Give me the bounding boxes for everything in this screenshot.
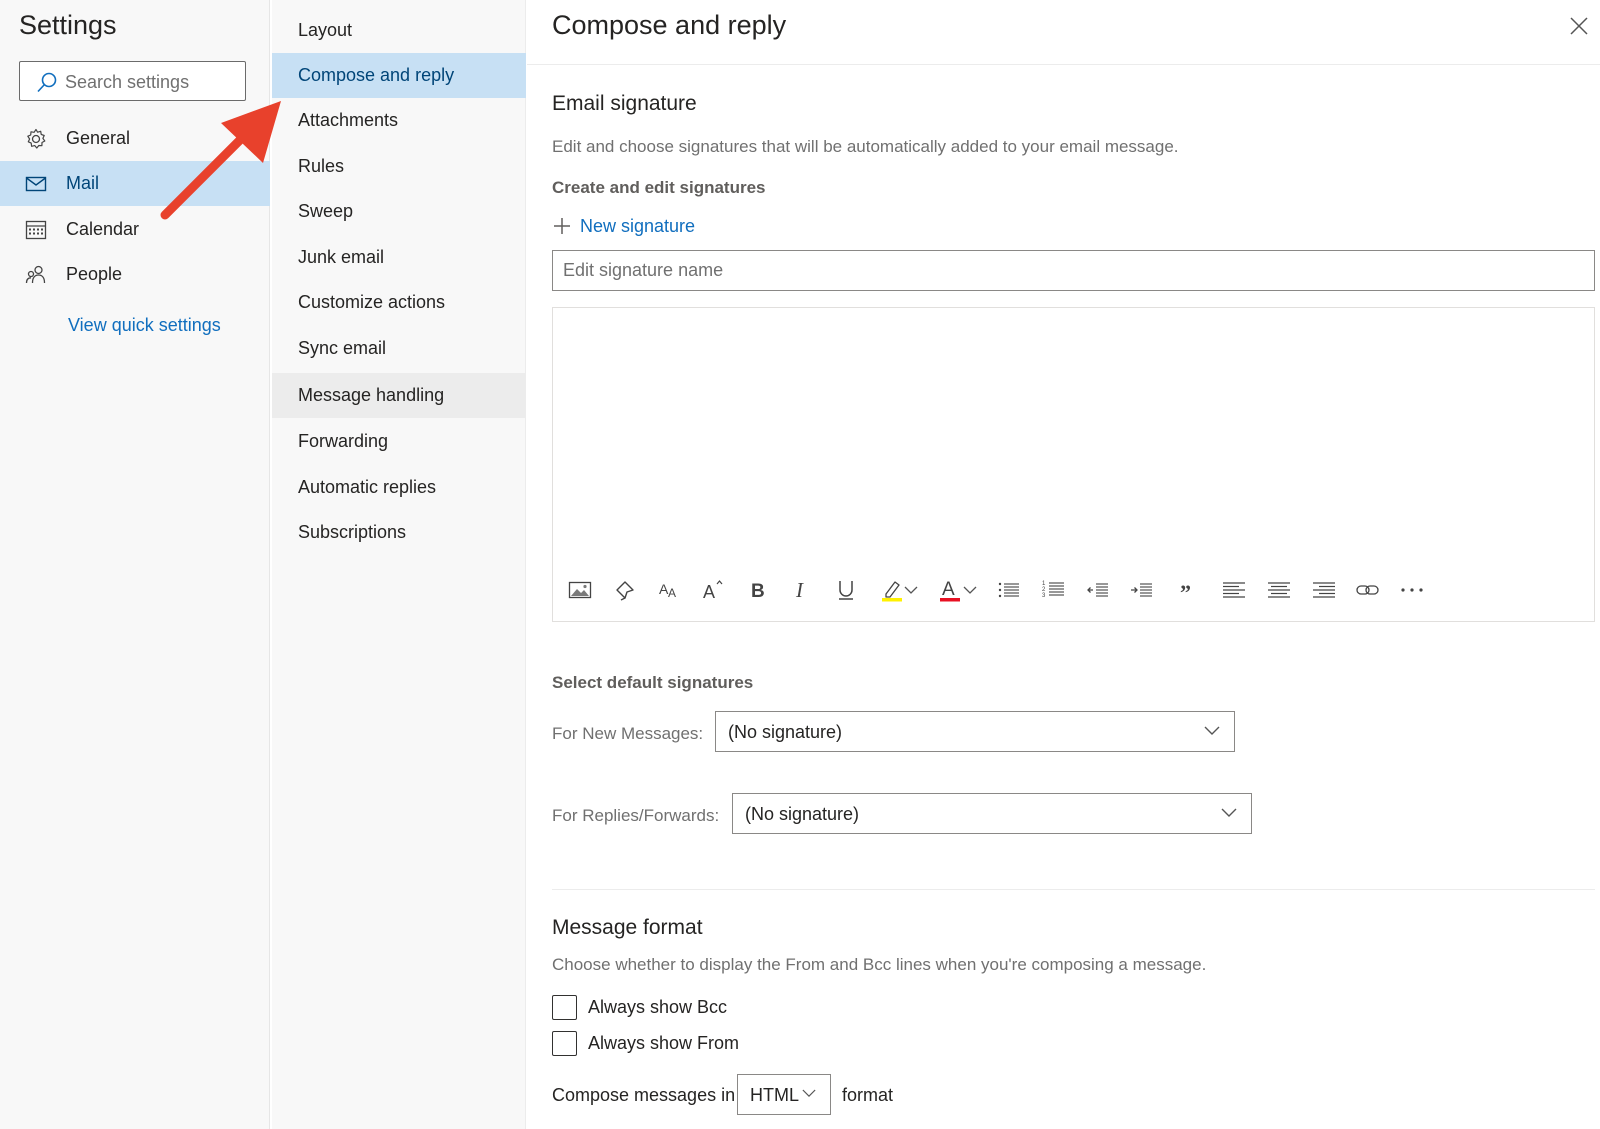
subnav-item-layout[interactable]: Layout bbox=[272, 8, 526, 53]
svg-text:3: 3 bbox=[1042, 593, 1046, 599]
search-icon bbox=[37, 72, 57, 93]
format-painter-icon[interactable] bbox=[608, 573, 642, 607]
search-input[interactable] bbox=[65, 70, 235, 94]
people-icon bbox=[25, 265, 46, 284]
dropdown-value: (No signature) bbox=[728, 722, 843, 742]
bold-icon[interactable]: B bbox=[741, 573, 775, 607]
nav-item-label: Mail bbox=[66, 173, 100, 193]
decrease-indent-icon[interactable] bbox=[1081, 573, 1115, 607]
dropdown-value: (No signature) bbox=[745, 804, 860, 824]
subnav-item-forwarding[interactable]: Forwarding bbox=[272, 419, 526, 464]
bullets-icon[interactable] bbox=[992, 573, 1026, 607]
calendar-icon bbox=[25, 220, 47, 240]
select-default-signatures-heading: Select default signatures bbox=[552, 673, 754, 692]
signature-editor-body[interactable] bbox=[553, 308, 1594, 558]
replies-forwards-label: For Replies/Forwards: bbox=[552, 806, 720, 825]
compose-format-label: Compose messages in bbox=[552, 1085, 736, 1105]
chevron-down-icon bbox=[1221, 808, 1237, 817]
font-size-icon[interactable]: A bbox=[696, 573, 730, 607]
email-signature-description: Edit and choose signatures that will be … bbox=[552, 137, 1179, 156]
gear-icon bbox=[27, 128, 46, 149]
highlight-dropdown-icon[interactable] bbox=[900, 573, 922, 607]
align-right-icon[interactable] bbox=[1307, 573, 1341, 607]
subnav-item-message-handling[interactable]: Message handling bbox=[272, 373, 526, 418]
svg-text:A: A bbox=[703, 582, 715, 602]
insert-picture-icon[interactable] bbox=[563, 573, 597, 607]
font-color-dropdown-icon[interactable] bbox=[959, 573, 981, 607]
nav-item-mail[interactable]: Mail bbox=[0, 161, 270, 206]
align-center-icon[interactable] bbox=[1262, 573, 1296, 607]
subnav-item-subscriptions[interactable]: Subscriptions bbox=[272, 510, 526, 555]
compose-format-dropdown[interactable]: HTML bbox=[737, 1074, 831, 1115]
nav-item-label: People bbox=[66, 264, 123, 284]
mail-icon bbox=[25, 176, 47, 192]
subnav-item-junk-email[interactable]: Junk email bbox=[272, 235, 526, 280]
nav-item-calendar[interactable]: Calendar bbox=[0, 207, 270, 252]
align-left-icon[interactable] bbox=[1217, 573, 1251, 607]
nav-item-general[interactable]: General bbox=[0, 116, 270, 161]
settings-nav: Settings General Mail Calendar bbox=[0, 0, 270, 1129]
new-messages-signature-dropdown[interactable]: (No signature) bbox=[715, 711, 1235, 752]
svg-text:I: I bbox=[795, 579, 804, 601]
chevron-down-icon bbox=[1204, 726, 1220, 735]
always-show-bcc-checkbox[interactable]: Always show Bcc bbox=[552, 994, 727, 1020]
replies-signature-dropdown[interactable]: (No signature) bbox=[732, 793, 1252, 834]
subnav-item-automatic-replies[interactable]: Automatic replies bbox=[272, 465, 526, 510]
svg-text:B: B bbox=[751, 581, 765, 601]
signature-name-input[interactable] bbox=[552, 250, 1595, 291]
new-signature-button[interactable]: New signature bbox=[552, 213, 695, 239]
subnav-item-customize-actions[interactable]: Customize actions bbox=[272, 280, 526, 325]
message-format-heading: Message format bbox=[552, 916, 703, 939]
checkbox-box[interactable] bbox=[552, 994, 577, 1020]
italic-icon[interactable]: I bbox=[785, 573, 819, 607]
underline-icon[interactable] bbox=[829, 573, 863, 607]
subnav-item-sync-email[interactable]: Sync email bbox=[272, 326, 526, 371]
svg-text:”: ” bbox=[1180, 580, 1191, 600]
svg-text:A: A bbox=[942, 579, 955, 600]
checkbox-label: Always show From bbox=[588, 1032, 740, 1053]
email-signature-heading: Email signature bbox=[552, 92, 697, 115]
mail-settings-nav: Layout Compose and reply Attachments Rul… bbox=[272, 0, 526, 1129]
numbering-icon[interactable]: 123 bbox=[1037, 573, 1071, 607]
compose-and-reply-panel: Compose and reply Email signature Edit a… bbox=[527, 0, 1600, 1129]
more-options-icon[interactable] bbox=[1395, 573, 1429, 607]
nav-item-label: General bbox=[66, 128, 131, 148]
font-icon[interactable]: AA bbox=[652, 573, 686, 607]
subnav-item-compose-and-reply[interactable]: Compose and reply bbox=[272, 53, 526, 98]
chevron-down-icon bbox=[802, 1089, 816, 1097]
checkbox-box[interactable] bbox=[552, 1030, 577, 1056]
subnav-item-rules[interactable]: Rules bbox=[272, 144, 526, 189]
nav-item-label: Calendar bbox=[66, 219, 140, 239]
dropdown-value: HTML bbox=[750, 1085, 799, 1105]
plus-icon bbox=[554, 218, 570, 234]
subnav-item-sweep[interactable]: Sweep bbox=[272, 189, 526, 234]
view-quick-settings-link[interactable]: View quick settings bbox=[68, 315, 221, 336]
always-show-from-checkbox[interactable]: Always show From bbox=[552, 1030, 739, 1056]
new-signature-label: New signature bbox=[580, 215, 696, 236]
nav-item-people[interactable]: People bbox=[0, 252, 270, 297]
close-icon[interactable] bbox=[1567, 14, 1591, 38]
new-messages-label: For New Messages: bbox=[552, 724, 704, 743]
create-signatures-heading: Create and edit signatures bbox=[552, 178, 766, 197]
divider bbox=[552, 889, 1595, 890]
svg-text:A: A bbox=[668, 586, 676, 600]
page-title: Compose and reply bbox=[552, 10, 787, 40]
settings-title: Settings bbox=[19, 10, 117, 40]
search-box[interactable] bbox=[19, 61, 246, 101]
message-format-description: Choose whether to display the From and B… bbox=[552, 955, 1207, 974]
link-icon[interactable] bbox=[1351, 573, 1385, 607]
compose-format-suffix: format bbox=[842, 1085, 894, 1105]
checkbox-label: Always show Bcc bbox=[588, 996, 728, 1017]
increase-indent-icon[interactable] bbox=[1125, 573, 1159, 607]
divider bbox=[527, 64, 1600, 65]
subnav-item-attachments[interactable]: Attachments bbox=[272, 98, 526, 143]
quote-icon[interactable]: ” bbox=[1170, 573, 1204, 607]
